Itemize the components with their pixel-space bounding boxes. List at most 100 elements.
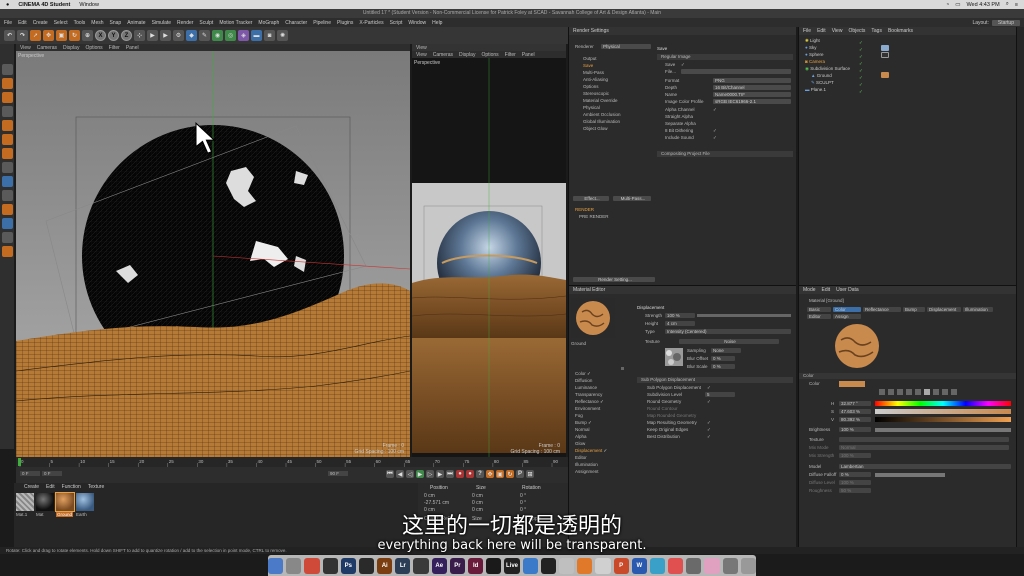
vp1-menu-cameras[interactable]: Cameras xyxy=(37,45,57,51)
floor-icon[interactable]: ▬ xyxy=(251,30,262,41)
brightness-slider[interactable] xyxy=(875,428,1011,432)
rs-item-options[interactable]: Options xyxy=(583,84,599,89)
value-field[interactable]: 80.392 % xyxy=(839,417,871,422)
color-section-header[interactable] xyxy=(799,373,1017,379)
subdivision-icon[interactable]: ◉ xyxy=(212,30,223,41)
rs-item-material-override[interactable]: Material Override xyxy=(583,98,618,103)
goto-end-icon[interactable]: ⏭ xyxy=(446,470,454,478)
menu-mesh[interactable]: Mesh xyxy=(91,20,103,26)
enable-axis-icon[interactable] xyxy=(1,162,13,173)
om-menu-objects[interactable]: Objects xyxy=(848,27,865,35)
recent-tools-icon[interactable]: ⊕ xyxy=(82,30,93,41)
menu-character[interactable]: Character xyxy=(285,20,307,26)
dock-app-13[interactable]: Live xyxy=(504,557,520,574)
sampling-dropdown[interactable]: None xyxy=(711,348,741,353)
planar-workplane-icon[interactable] xyxy=(1,218,13,229)
y-axis-button[interactable]: Y xyxy=(108,30,119,41)
dock-app-22[interactable] xyxy=(668,557,684,574)
depth-dropdown[interactable]: 16 Bit/Channel xyxy=(713,85,791,90)
om-menu-file[interactable]: File xyxy=(803,27,811,35)
undo-icon[interactable]: ↶ xyxy=(4,30,15,41)
sphere-material-tag[interactable] xyxy=(881,52,889,58)
model-dropdown[interactable]: Lambertian xyxy=(839,464,1011,469)
make-editable-icon[interactable] xyxy=(1,64,13,75)
next-frame-icon[interactable]: ▷ xyxy=(426,470,434,478)
dock-app-26[interactable] xyxy=(740,557,757,574)
menu-render[interactable]: Render xyxy=(177,20,193,26)
menu-pipeline[interactable]: Pipeline xyxy=(313,20,331,26)
timeline-ruler[interactable]: 0 5 10 15 20 25 30 35 40 45 50 55 60 65 70 75 80 85 90 xyxy=(16,457,568,467)
channel-color[interactable]: Color ✓ xyxy=(575,371,591,377)
am-menu-mode[interactable]: Mode xyxy=(803,286,816,294)
value-slider[interactable] xyxy=(875,417,1011,422)
mm-menu-edit[interactable]: Edit xyxy=(46,484,55,490)
channel-normal[interactable]: Normal xyxy=(575,427,590,432)
tab-reflectance[interactable]: Reflectance xyxy=(863,307,901,312)
channel-fog[interactable]: Fog xyxy=(575,413,583,418)
render-setting-button[interactable]: Render Setting... xyxy=(573,277,655,282)
rs-item-antialiasing[interactable]: Anti-Aliasing xyxy=(583,77,608,82)
size-y-field[interactable]: 0 cm xyxy=(472,500,516,506)
timeline-start-field[interactable]: 0 F xyxy=(20,471,40,476)
scale-icon[interactable]: ▣ xyxy=(56,30,67,41)
dock-app-23[interactable] xyxy=(686,557,702,574)
am-menu-user-data[interactable]: User Data xyxy=(836,286,859,294)
tab-editor[interactable]: Editor xyxy=(807,314,831,319)
object-ground[interactable]: ▲ Ground xyxy=(811,73,832,78)
vp2-menu-view[interactable]: View xyxy=(416,52,427,58)
autokey-icon[interactable]: ● xyxy=(466,470,474,478)
right-side-tabs[interactable] xyxy=(1016,27,1024,553)
channel-assignment[interactable]: Assignment xyxy=(575,469,599,474)
om-menu-view[interactable]: View xyxy=(832,27,843,35)
best-distribution-checkbox[interactable]: ✓ xyxy=(707,434,711,440)
rs-item-object-glow[interactable]: Object Glow xyxy=(583,126,608,131)
swatches-icon[interactable] xyxy=(942,389,948,395)
deformer-icon[interactable]: ◈ xyxy=(238,30,249,41)
snap-icon[interactable] xyxy=(1,190,13,201)
mix-mode-dropdown[interactable]: Normal xyxy=(839,445,1009,450)
vp2-menu-filter[interactable]: Filter xyxy=(505,52,516,58)
rotation-h-field[interactable]: 0 ° xyxy=(520,493,564,499)
vp1-menu-filter[interactable]: Filter xyxy=(109,45,120,51)
mm-menu-create[interactable]: Create xyxy=(24,484,39,490)
dock-app-20[interactable]: W xyxy=(631,557,647,574)
strength-field[interactable]: 100 % xyxy=(665,313,695,318)
mixer-icon[interactable] xyxy=(933,389,939,395)
subdivision-level-field[interactable]: 5 xyxy=(705,392,735,397)
map-resulting-checkbox[interactable]: ✓ xyxy=(707,420,711,426)
om-menu-tags[interactable]: Tags xyxy=(871,27,882,35)
dock-app-18[interactable] xyxy=(595,557,611,574)
color-profile-field[interactable]: sRGB IEC61966-2.1 xyxy=(713,99,791,104)
timeline-max-field[interactable]: 90 F xyxy=(328,471,348,476)
round-geometry-checkbox[interactable]: ✓ xyxy=(707,399,711,405)
om-menu-edit[interactable]: Edit xyxy=(817,27,826,35)
rs-item-physical[interactable]: Physical xyxy=(583,105,600,110)
vp1-menu-display[interactable]: Display xyxy=(63,45,79,51)
workplane-icon[interactable] xyxy=(1,106,13,117)
sky-material-tag[interactable] xyxy=(881,45,889,51)
channel-transparency[interactable]: Transparency xyxy=(575,392,602,397)
dock-app-11[interactable]: Id xyxy=(468,557,484,574)
pre-render-preset[interactable]: PRE RENDER xyxy=(579,214,609,219)
subpoly-enable-checkbox[interactable]: ✓ xyxy=(707,385,711,391)
rs-item-ambient-occlusion[interactable]: Ambient Occlusion xyxy=(583,112,621,117)
color-swatch[interactable] xyxy=(839,381,865,387)
diffuse-level-field[interactable]: 100 % xyxy=(839,480,871,485)
rs-item-multipass[interactable]: Multi-Pass xyxy=(583,70,604,75)
dock-app-10[interactable]: Pr xyxy=(449,557,466,574)
dock-app-0[interactable] xyxy=(267,557,284,574)
next-key-icon[interactable]: ▶ xyxy=(436,470,444,478)
ground-material-tag[interactable] xyxy=(881,72,889,78)
roughness-field[interactable]: 50 % xyxy=(839,488,871,493)
key-parameter-icon[interactable]: P xyxy=(516,470,524,478)
dock-app-5[interactable] xyxy=(358,557,375,574)
menu-x-particles[interactable]: X-Particles xyxy=(359,20,383,26)
vp1-menu-view[interactable]: View xyxy=(20,45,31,51)
material-name[interactable]: Ground xyxy=(571,341,586,346)
key-pla-icon[interactable]: ⊞ xyxy=(526,470,534,478)
channel-glow[interactable]: Glow xyxy=(575,441,585,446)
rs-item-stereoscopic[interactable]: Stereoscopic xyxy=(583,91,609,96)
mix-strength-field[interactable]: 100 % xyxy=(839,453,871,458)
dock-app-3[interactable] xyxy=(322,557,338,574)
pen-icon[interactable]: ✎ xyxy=(199,30,210,41)
